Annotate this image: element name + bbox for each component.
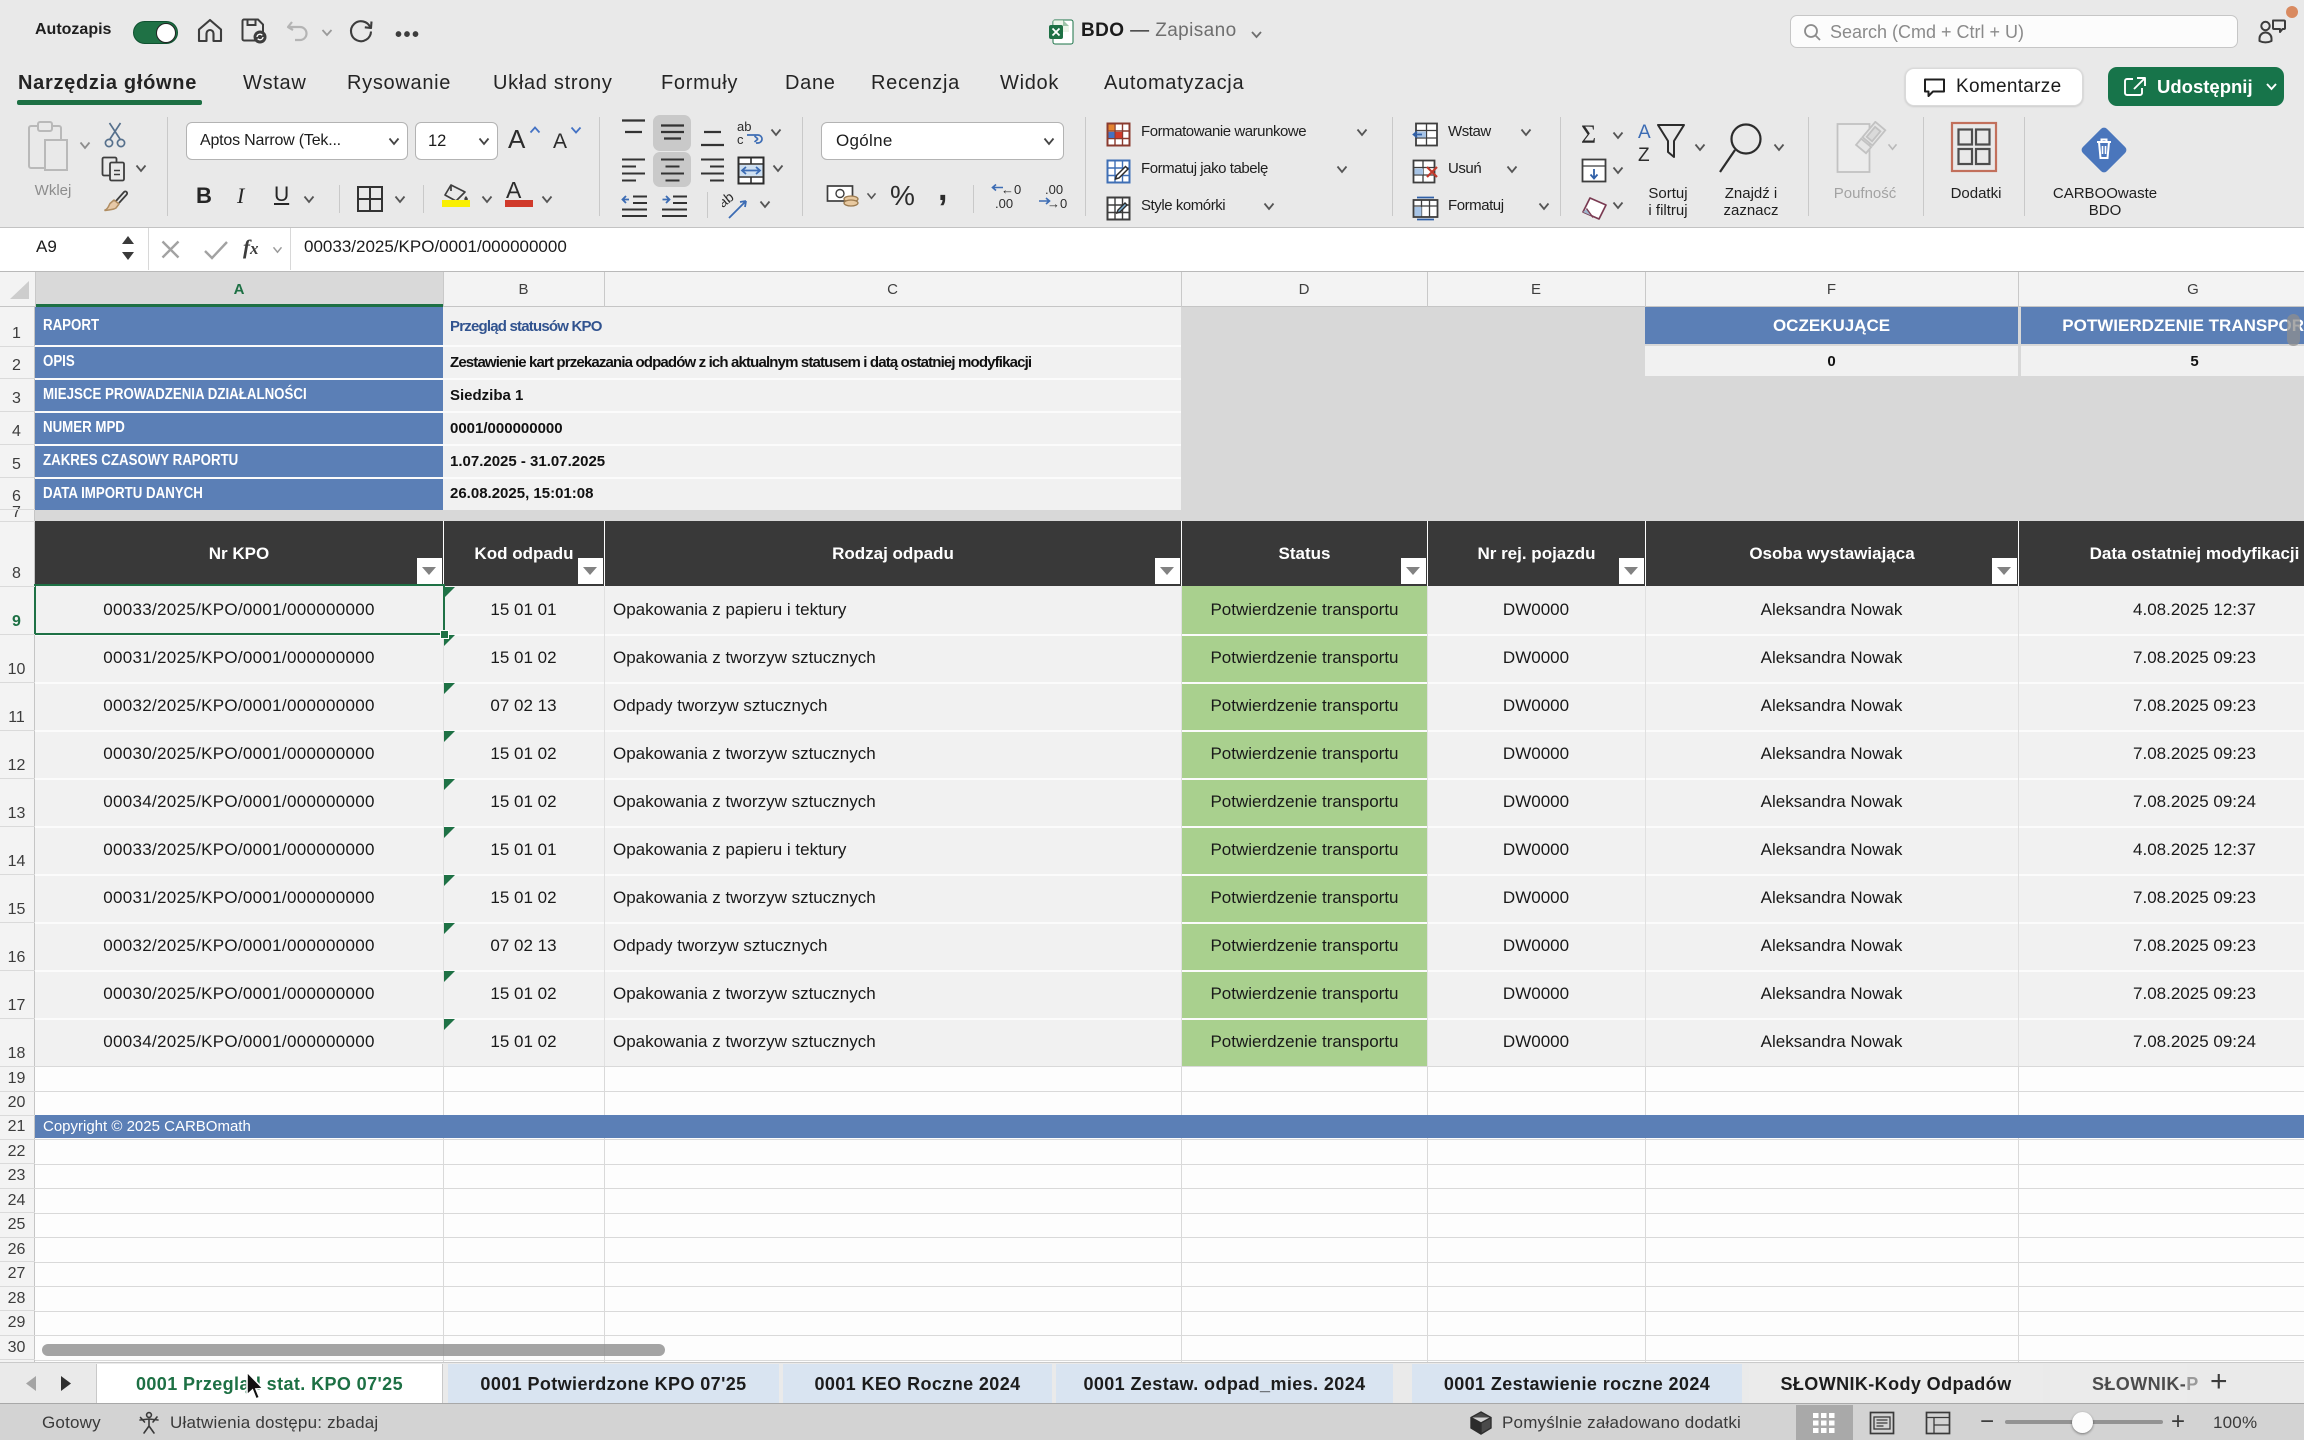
svg-text:c: c <box>737 132 744 147</box>
svg-text:Z: Z <box>1638 145 1650 166</box>
svg-text:→0: →0 <box>1047 196 1067 210</box>
svg-text:ab: ab <box>722 190 737 211</box>
svg-text:.00: .00 <box>1045 183 1063 197</box>
svg-text:A: A <box>1638 122 1651 143</box>
svg-text:←0: ←0 <box>1001 183 1021 197</box>
svg-text:.00: .00 <box>995 196 1013 210</box>
